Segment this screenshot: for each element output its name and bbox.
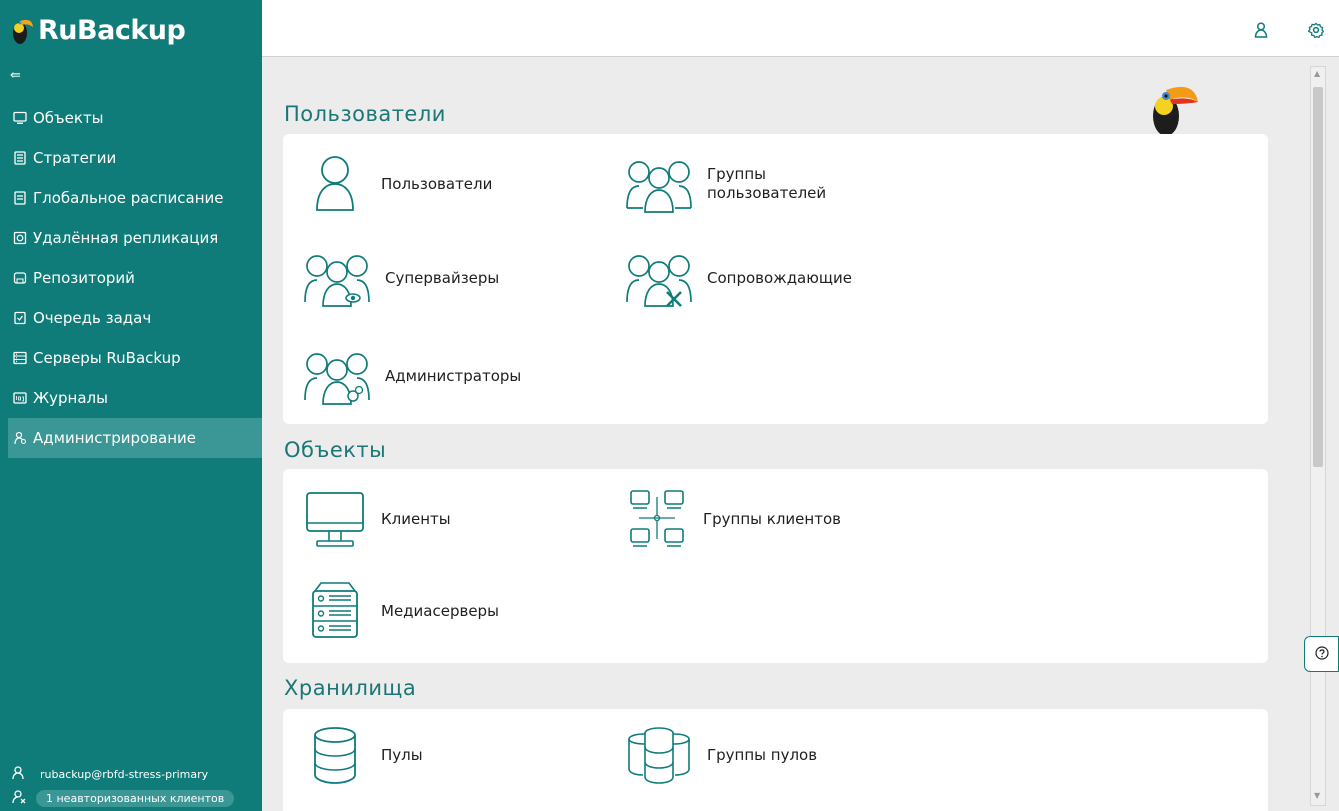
user-icon <box>12 766 26 783</box>
section-title-storage: Хранилища <box>284 676 417 700</box>
section-title-objects: Объекты <box>284 438 387 462</box>
client-monitor-icon <box>306 492 364 547</box>
sidebar-item-objects[interactable]: Объекты <box>0 98 262 138</box>
sidebar-item-task-queue[interactable]: Очередь задач <box>0 298 262 338</box>
current-user-label: rubackup@rbfd-stress-primary <box>40 768 209 781</box>
sidebar-item-label: Очередь задач <box>33 309 152 327</box>
tile-users[interactable]: Пользователи <box>303 154 492 214</box>
scroll-thumb[interactable] <box>1313 87 1323 467</box>
sidebar-item-servers[interactable]: Серверы RuBackup <box>0 338 262 378</box>
user-icon <box>316 156 354 211</box>
task-queue-icon <box>12 310 28 326</box>
tile-label: Пулы <box>381 745 423 764</box>
current-user[interactable]: rubackup@rbfd-stress-primary <box>12 766 208 783</box>
tile-label: Администраторы <box>385 366 522 385</box>
tile-label: Супервайзеры <box>385 268 500 287</box>
servers-icon <box>12 350 28 366</box>
user-icon[interactable] <box>1254 22 1270 38</box>
sidebar-item-administration[interactable]: Администрирование <box>8 418 262 458</box>
settings-icon[interactable] <box>1307 22 1325 39</box>
tile-media-servers[interactable]: Медиасерверы <box>303 581 499 641</box>
media-server-icon <box>312 582 358 638</box>
tile-pool-groups[interactable]: Группы пулов <box>625 725 817 785</box>
supervisors-icon <box>304 255 370 307</box>
sidebar-item-global-schedule[interactable]: Глобальное расписание <box>0 178 262 218</box>
collapse-sidebar-button[interactable]: ⇚ <box>10 68 21 83</box>
sidebar-item-label: Репозиторий <box>33 269 135 287</box>
repository-icon <box>12 270 28 286</box>
toucan-logo-icon <box>13 19 33 44</box>
sidebar-item-repository[interactable]: Репозиторий <box>0 258 262 298</box>
sidebar-item-logs[interactable]: Журналы <box>0 378 262 418</box>
sidebar: RuBackup ⇚ Объекты Стратегии Глобальное … <box>0 0 262 811</box>
admin-icon <box>12 430 28 446</box>
unauthorized-clients[interactable]: 1 неавторизованных клиентов <box>12 790 235 807</box>
sidebar-item-label: Администрирование <box>33 429 197 447</box>
client-group-icon <box>630 490 684 547</box>
users-card: Пользователи Группы пользователей Суперв… <box>283 134 1268 424</box>
scroll-up-arrow-icon[interactable]: ▲ <box>1314 69 1320 78</box>
tile-client-groups[interactable]: Группы клиентов <box>625 489 841 549</box>
sidebar-item-label: Глобальное расписание <box>33 189 224 207</box>
toucan-mascot-icon <box>1153 86 1198 137</box>
replication-icon <box>12 230 28 246</box>
sidebar-nav: Объекты Стратегии Глобальное расписание … <box>0 98 262 458</box>
tile-maintainers[interactable]: Сопровождающие <box>625 248 852 308</box>
monitor-icon <box>12 110 28 126</box>
help-button[interactable] <box>1304 636 1339 672</box>
tile-label: Пользователи <box>381 174 493 193</box>
section-title-users: Пользователи <box>284 102 446 126</box>
tile-label: Сопровождающие <box>707 268 852 287</box>
strategy-icon <box>12 150 28 166</box>
tile-pools[interactable]: Пулы <box>303 725 423 785</box>
unauthorized-client-icon <box>12 790 26 807</box>
app-logo[interactable]: RuBackup <box>8 10 186 50</box>
log-icon <box>12 390 28 406</box>
scroll-down-arrow-icon[interactable]: ▼ <box>1314 791 1320 800</box>
tile-label: Группы пулов <box>707 745 818 764</box>
tile-user-groups[interactable]: Группы пользователей <box>625 154 826 214</box>
sidebar-item-label: Журналы <box>33 389 108 407</box>
sidebar-item-label: Серверы RuBackup <box>33 349 181 367</box>
tile-administrators[interactable]: Администраторы <box>303 346 521 406</box>
tile-label: Медиасерверы <box>381 601 499 620</box>
tile-supervisors[interactable]: Супервайзеры <box>303 248 499 308</box>
sidebar-item-strategies[interactable]: Стратегии <box>0 138 262 178</box>
pool-group-icon <box>628 727 690 784</box>
objects-card: Клиенты Группы клиентов Медиасерверы <box>283 469 1268 663</box>
tile-label: Группы пользователей <box>707 165 827 202</box>
sidebar-item-label: Стратегии <box>33 149 117 167</box>
tile-label: Клиенты <box>381 509 451 528</box>
main-scrollbar[interactable]: ▲ ▼ <box>1310 66 1326 806</box>
administrators-icon <box>304 353 370 405</box>
sidebar-item-label: Объекты <box>33 109 104 127</box>
unauthorized-clients-badge[interactable]: 1 неавторизованных клиентов <box>36 790 235 807</box>
top-bar <box>262 0 1339 57</box>
sidebar-item-label: Удалённая репликация <box>33 229 219 247</box>
pool-icon <box>314 727 356 784</box>
tile-label: Группы клиентов <box>703 509 841 528</box>
main-content: Пользователи Пользователи Группы пользова… <box>262 58 1302 811</box>
maintainers-icon <box>626 255 692 307</box>
help-icon <box>1314 645 1329 664</box>
tile-clients[interactable]: Клиенты <box>303 489 451 549</box>
schedule-icon <box>12 190 28 206</box>
logo-text: RuBackup <box>38 14 186 46</box>
sidebar-item-remote-replication[interactable]: Удалённая репликация <box>0 218 262 258</box>
user-group-icon <box>626 161 692 213</box>
storage-card: Пулы Группы пулов <box>283 709 1268 811</box>
